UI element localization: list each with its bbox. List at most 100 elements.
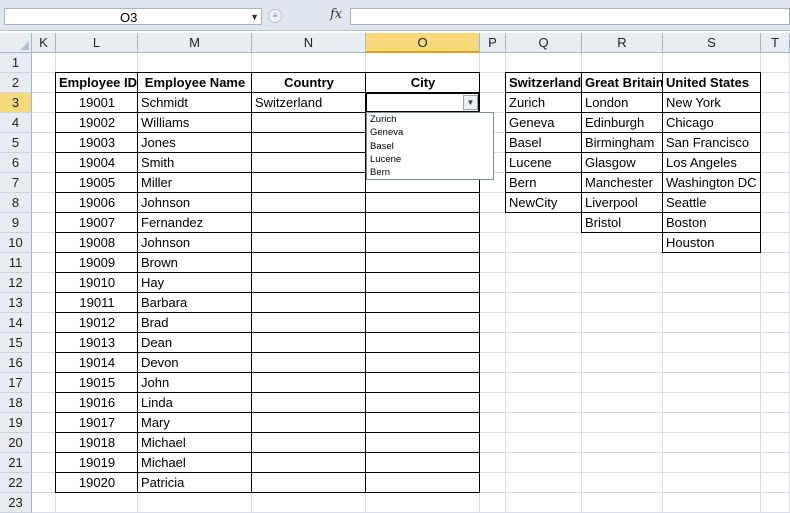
city-list-item-switzerland[interactable]: Bern	[506, 173, 582, 193]
employee-id-cell[interactable]: 19012	[56, 313, 138, 333]
employee-name-cell[interactable]: Fernandez	[138, 213, 252, 233]
dropdown-option[interactable]: Bern	[367, 166, 493, 179]
country-cell[interactable]	[252, 393, 366, 413]
row-header-17[interactable]: 17	[0, 373, 32, 393]
employee-name-cell[interactable]: Williams	[138, 113, 252, 133]
row-header-10[interactable]: 10	[0, 233, 32, 253]
city-list-item-great-britain[interactable]: Edinburgh	[582, 113, 663, 133]
employee-name-cell[interactable]: Barbara	[138, 293, 252, 313]
employee-id-cell[interactable]: 19017	[56, 413, 138, 433]
country-cell[interactable]	[252, 193, 366, 213]
employee-id-cell[interactable]: 19004	[56, 153, 138, 173]
employee-name-cell[interactable]: Miller	[138, 173, 252, 193]
country-cell[interactable]	[252, 473, 366, 493]
city-cell[interactable]	[366, 273, 480, 293]
employee-name-cell[interactable]: Brad	[138, 313, 252, 333]
formula-handle-icon[interactable]: ≡	[268, 9, 282, 23]
row-header-22[interactable]: 22	[0, 473, 32, 493]
city-list-item-switzerland[interactable]: Zurich	[506, 93, 582, 113]
city-list-item-switzerland[interactable]: NewCity	[506, 193, 582, 213]
employee-id-cell[interactable]: 19014	[56, 353, 138, 373]
row-header-21[interactable]: 21	[0, 453, 32, 473]
select-all-corner[interactable]	[0, 33, 32, 53]
employee-id-cell[interactable]: 19020	[56, 473, 138, 493]
city-list-item-switzerland[interactable]: Geneva	[506, 113, 582, 133]
employee-id-cell[interactable]: 19019	[56, 453, 138, 473]
dropdown-option[interactable]: Zurich	[367, 113, 493, 126]
city-list-item-united-states[interactable]: New York	[663, 93, 761, 113]
city-cell[interactable]	[366, 393, 480, 413]
city-list-item-united-states[interactable]: Seattle	[663, 193, 761, 213]
country-cell[interactable]	[252, 253, 366, 273]
column-header-n[interactable]: N	[252, 33, 366, 53]
employee-id-cell[interactable]: 19002	[56, 113, 138, 133]
column-header-t[interactable]: T	[761, 33, 790, 53]
list-header-united-states[interactable]: United States	[663, 73, 761, 93]
employee-name-cell[interactable]: John	[138, 373, 252, 393]
city-list-item-united-states[interactable]: Chicago	[663, 113, 761, 133]
employee-name-cell[interactable]: Johnson	[138, 233, 252, 253]
city-list-item-great-britain[interactable]: Glasgow	[582, 153, 663, 173]
column-header-s[interactable]: S	[663, 33, 761, 53]
country-cell[interactable]	[252, 433, 366, 453]
employee-id-cell[interactable]: 19013	[56, 333, 138, 353]
country-cell[interactable]	[252, 113, 366, 133]
city-cell[interactable]	[366, 413, 480, 433]
city-cell[interactable]	[366, 253, 480, 273]
city-list-item-switzerland[interactable]: Basel	[506, 133, 582, 153]
city-list-item-united-states[interactable]: Los Angeles	[663, 153, 761, 173]
row-header-15[interactable]: 15	[0, 333, 32, 353]
employee-name-cell[interactable]: Brown	[138, 253, 252, 273]
dropdown-option[interactable]: Geneva	[367, 126, 493, 139]
employee-id-cell[interactable]: 19011	[56, 293, 138, 313]
employee-name-cell[interactable]: Patricia	[138, 473, 252, 493]
list-header-switzerland[interactable]: Switzerland	[506, 73, 582, 93]
name-box[interactable]: O3 ▼	[4, 8, 262, 25]
city-cell[interactable]	[366, 193, 480, 213]
row-header-2[interactable]: 2	[0, 73, 32, 93]
row-header-16[interactable]: 16	[0, 353, 32, 373]
employee-id-cell[interactable]: 19005	[56, 173, 138, 193]
employee-name-cell[interactable]: Dean	[138, 333, 252, 353]
city-list-item-united-states[interactable]: Washington DC	[663, 173, 761, 193]
row-header-9[interactable]: 9	[0, 213, 32, 233]
country-cell[interactable]	[252, 173, 366, 193]
formula-input[interactable]	[350, 8, 790, 25]
city-list-item-switzerland[interactable]: Lucene	[506, 153, 582, 173]
cell-dropdown-arrow-icon[interactable]: ▼	[463, 95, 478, 110]
city-cell[interactable]	[366, 353, 480, 373]
employee-id-cell[interactable]: 19018	[56, 433, 138, 453]
city-dropdown-list[interactable]: Zurich Geneva Basel Lucene Bern	[366, 112, 494, 180]
city-cell[interactable]	[366, 293, 480, 313]
row-header-7[interactable]: 7	[0, 173, 32, 193]
city-cell[interactable]	[366, 313, 480, 333]
country-cell[interactable]	[252, 453, 366, 473]
city-cell[interactable]	[366, 233, 480, 253]
header-employee-id[interactable]: Employee ID	[56, 73, 138, 93]
city-list-item-great-britain[interactable]: London	[582, 93, 663, 113]
city-list-item-great-britain[interactable]: Birmingham	[582, 133, 663, 153]
employee-name-cell[interactable]: Smith	[138, 153, 252, 173]
row-header-12[interactable]: 12	[0, 273, 32, 293]
dropdown-option[interactable]: Lucene	[367, 153, 493, 166]
country-cell[interactable]	[252, 313, 366, 333]
column-header-k[interactable]: K	[32, 33, 56, 53]
city-cell[interactable]	[366, 473, 480, 493]
country-cell[interactable]	[252, 273, 366, 293]
column-header-o[interactable]: O	[366, 33, 480, 53]
row-header-23[interactable]: 23	[0, 493, 32, 513]
column-header-r[interactable]: R	[582, 33, 663, 53]
city-list-item-great-britain[interactable]: Bristol	[582, 213, 663, 233]
employee-name-cell[interactable]: Hay	[138, 273, 252, 293]
city-list-item-united-states[interactable]: Boston	[663, 213, 761, 233]
employee-id-cell[interactable]: 19016	[56, 393, 138, 413]
header-city[interactable]: City	[366, 73, 480, 93]
city-cell[interactable]	[366, 433, 480, 453]
country-cell[interactable]	[252, 413, 366, 433]
city-cell[interactable]	[366, 453, 480, 473]
row-header-18[interactable]: 18	[0, 393, 32, 413]
employee-id-cell[interactable]: 19006	[56, 193, 138, 213]
dropdown-option[interactable]: Basel	[367, 140, 493, 153]
country-cell[interactable]	[252, 233, 366, 253]
row-header-3[interactable]: 3	[0, 93, 32, 113]
